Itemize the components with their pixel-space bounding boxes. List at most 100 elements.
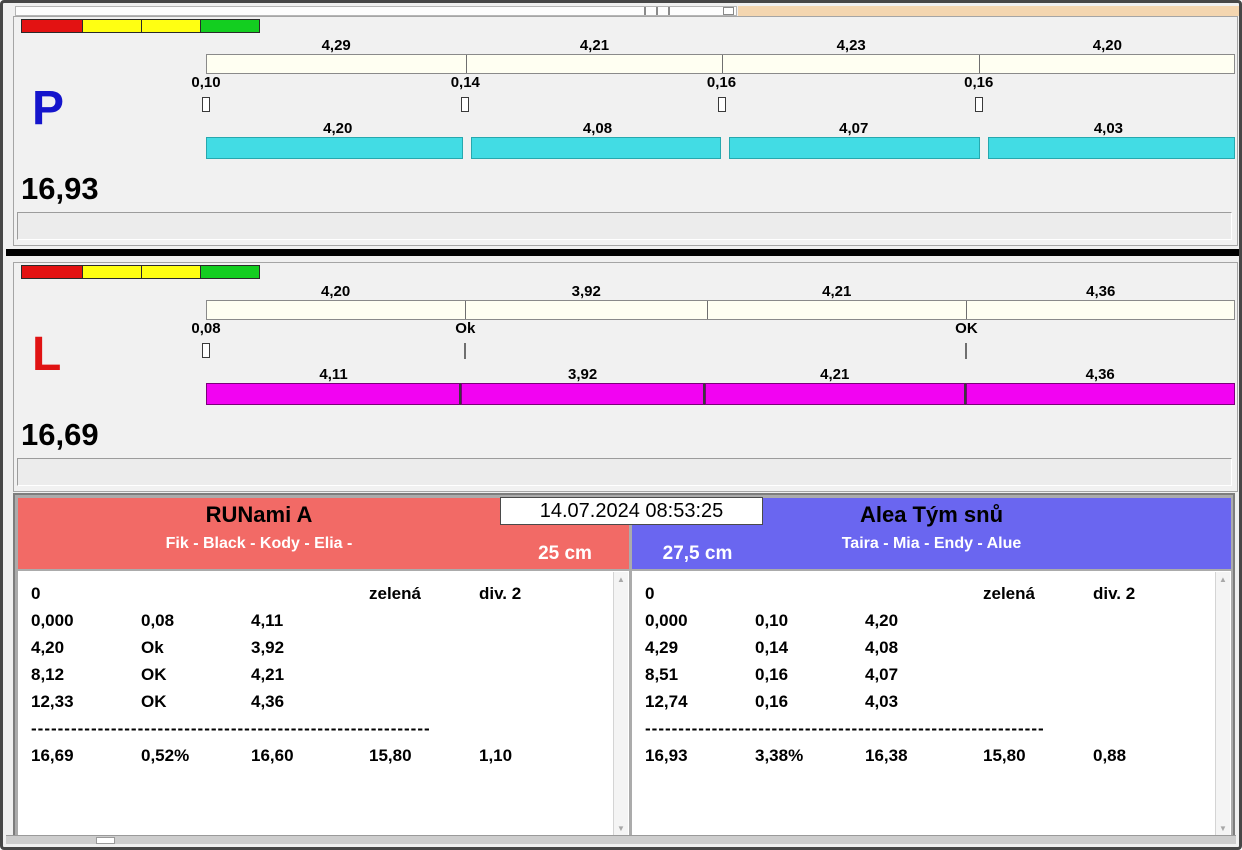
status-light-yellow1 [83,19,142,33]
cumulative-time: 0,000 [31,610,74,630]
crossing-marker: 0,08 [174,320,238,363]
crossing-value: 0,16 [755,664,789,684]
crossing-value: 0,16 [755,691,789,711]
crossing-time-label: 0,08 [191,320,221,337]
crossing-tick-icon [717,97,726,112]
run-bar-segment [207,301,467,319]
split-time-label: 4,20 [323,120,353,137]
split-row: 8,12 OK 4,21 [31,661,609,688]
status-light-red [21,265,83,279]
run-bar-segment [466,301,708,319]
run-bar-segment [708,301,967,319]
start-number: 0 [645,583,655,603]
crossing-marker: 0,10 [174,74,238,117]
results-panel: RUNami A Fik - Black - Kody - Elia - 25 … [13,493,1235,841]
crossing-marker: 0,16 [947,74,1011,117]
separator-row: ----------------------------------------… [31,719,431,738]
scroll-down-icon[interactable]: ▼ [614,824,628,833]
lane-total-time: 16,69 [21,417,99,452]
crossing-time-label: 0,16 [964,74,994,91]
scroll-up-icon[interactable]: ▲ [1216,575,1230,584]
split-time: 4,03 [865,691,899,711]
crossing-value: 0,10 [755,610,789,630]
crossing-value: OK [141,664,167,684]
cumulative-time: 4,29 [645,637,679,657]
crossing-time-label: 0,16 [706,74,737,91]
status-lights [21,19,260,33]
split-time-label: 4,21 [579,37,610,54]
split-time: 4,11 [251,610,284,630]
crossing-markers: 0,08 Ok OK [191,320,1235,366]
lane-track: 4,20 3,92 4,21 4,36 0,08 Ok OK 4,11 3,92… [191,283,1236,405]
split-time: 3,92 [251,637,285,657]
total-time: 16,93 [645,745,688,765]
run-bar-segment [704,383,967,405]
net-time: 16,38 [865,745,908,765]
status-light-yellow1 [83,265,142,279]
top-split-labels: 4,20 3,92 4,21 4,36 [206,283,1235,300]
scrollbar[interactable]: ▲ ▼ [613,572,628,836]
split-time: 4,07 [865,664,899,684]
run-bar-segment [967,301,1234,319]
split-time: 4,36 [251,691,285,711]
team-results-left: 0 zelená div. 2 0,000 0,08 4,11 4,20 Ok … [18,571,629,837]
crossing-value: 0,14 [755,637,789,657]
window-edge-tick [656,7,658,15]
scroll-down-icon[interactable]: ▼ [1216,824,1230,833]
status-light-red [21,19,83,33]
run-bar-segment [206,137,464,159]
run-bar-segment [467,55,724,73]
percentage: 3,38% [755,745,804,765]
crossing-tick-icon [974,97,983,112]
run-bar-segment [980,55,1234,73]
run-bar-segment [729,137,980,159]
split-time-label: 4,29 [321,37,351,54]
lane-letter-L: L [32,328,62,381]
category-label: zelená [369,583,421,603]
cumulative-time: 12,74 [645,691,688,711]
split-row: 4,29 0,14 4,08 [645,634,1211,661]
scroll-up-icon[interactable]: ▲ [614,575,628,584]
run-bar-segment [723,55,981,73]
split-time-label: 4,08 [582,120,613,137]
split-time-label: 3,92 [568,366,598,383]
status-light-green [201,19,260,33]
cumulative-time: 12,33 [31,691,74,711]
window-top-strip [15,6,737,16]
team-name: RUNami A [205,502,313,527]
split-row: 12,33 OK 4,36 [31,688,609,715]
split-time: 4,20 [865,610,899,630]
window-edge-tick [644,7,646,15]
team-name: Alea Tým snů [859,502,1004,527]
crossing-marker: 0,16 [690,74,754,117]
split-time-label: 4,21 [820,366,850,383]
crossing-tick-icon [461,97,470,112]
split-time-label: 4,20 [321,283,351,300]
crossing-marker: 0,14 [433,74,497,117]
crossing-value: Ok [141,637,164,657]
crossing-markers: 0,10 0,14 0,16 0,16 [191,74,1235,120]
run-bar-segment [987,137,1235,159]
run-bar-segment [461,383,705,405]
start-number: 0 [31,583,41,603]
crossing-value: 0,08 [141,610,175,630]
crossing-tick-icon [202,343,210,358]
split-time-label: 4,20 [1092,37,1122,54]
split-time-label: 3,92 [571,283,601,300]
crossing-value: OK [141,691,167,711]
team-dogs: Taira - Mia - Endy - Alue [841,535,1022,552]
split-row: 12,74 0,16 4,03 [645,688,1211,715]
run-bar-segment [207,55,468,73]
split-row: 0,000 0,08 4,11 [31,607,609,634]
scrollbar[interactable]: ▲ ▼ [1215,572,1230,836]
lane-status-strip [17,458,1232,486]
status-light-yellow2 [142,19,201,33]
bottom-split-labels: 4,11 3,92 4,21 4,36 [206,366,1235,383]
window-edge-tick [668,7,670,15]
best-time: 15,80 [983,745,1026,765]
split-time-label: 4,36 [1085,366,1115,383]
run-bar-segment [206,383,462,405]
cumulative-time: 0,000 [645,610,688,630]
split-time-label: 4,07 [839,120,869,137]
split-time: 4,08 [865,637,899,657]
